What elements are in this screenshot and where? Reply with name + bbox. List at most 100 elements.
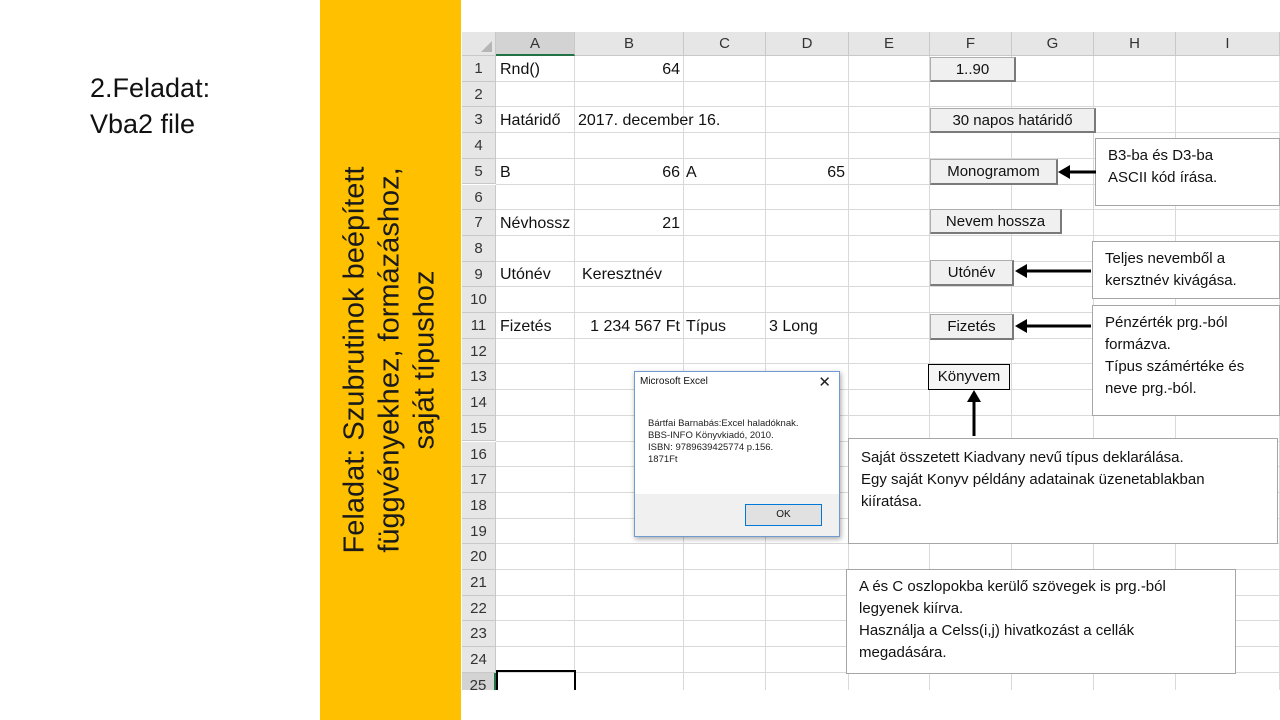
deadline-button[interactable]: 30 napos határidő (930, 108, 1096, 133)
dialog-line4: 1871Ft (648, 454, 678, 465)
vertical-text-line2: függvényekhez, formázáshoz, (373, 167, 406, 553)
row-header-21[interactable]: 21 (462, 570, 496, 596)
row-header-18[interactable]: 18 (462, 492, 496, 519)
note-type-line1: Saját összetett Kiadvany nevű típus dekl… (861, 449, 1184, 466)
cell-b7[interactable]: 21 (575, 211, 680, 236)
row-header-5[interactable]: 5 (462, 158, 496, 185)
row-header-24[interactable]: 24 (462, 647, 496, 673)
message-box-dialog: Microsoft Excel ✕ Bártfai Barnabás:Excel… (634, 371, 840, 537)
salary-button[interactable]: Fizetés (930, 314, 1014, 340)
dialog-footer: OK (635, 494, 839, 536)
row-header-11[interactable]: 11 (462, 313, 496, 339)
row-header-9[interactable]: 9 (462, 261, 496, 288)
row-header-10[interactable]: 10 (462, 287, 496, 313)
cell-a11[interactable]: Fizetés (500, 314, 552, 339)
column-header-d[interactable]: D (766, 32, 849, 56)
column-header-i[interactable]: I (1176, 32, 1280, 56)
row-header-25[interactable]: 25 (462, 672, 496, 690)
dialog-line1: Bártfai Barnabás:Excel haladóknak. (648, 418, 799, 429)
note-salary-line3: Típus számértéke és (1105, 358, 1245, 375)
arrow-left-icon (1058, 165, 1096, 179)
close-icon[interactable]: ✕ (818, 373, 831, 391)
vertical-text-line3: saját típushoz (408, 270, 441, 450)
cell-a5[interactable]: B (500, 160, 511, 185)
book-button[interactable]: Könyvem (928, 364, 1010, 390)
column-header-b[interactable]: B (575, 32, 684, 56)
dialog-line3: ISBN: 9789639425774 p.156. (648, 442, 774, 453)
row-header-22[interactable]: 22 (462, 595, 496, 622)
cell-a9[interactable]: Utónév (500, 262, 551, 287)
row-header-12[interactable]: 12 (462, 338, 496, 365)
note-name-cut: Teljes nevemből a kersztnév kivágása. (1092, 241, 1280, 299)
note-cells-line3: Használja a Celss(i,j) hivatkozást a cel… (859, 622, 1135, 639)
cell-c5[interactable]: A (686, 160, 697, 185)
note-salary-line1: Pénzérték prg.-ból (1105, 314, 1228, 331)
note-ascii: B3-ba és D3-ba ASCII kód írása. (1095, 138, 1280, 206)
row-header-1[interactable]: 1 (462, 56, 496, 82)
cell-b9[interactable]: Keresztnév (582, 262, 662, 287)
row-header-14[interactable]: 14 (462, 390, 496, 416)
ok-button[interactable]: OK (745, 504, 822, 526)
vertical-task-text: Feladat: Szubrutinok beépített függvénye… (338, 40, 443, 680)
cell-b5[interactable]: 66 (575, 160, 680, 185)
arrow-left-icon (1015, 264, 1091, 278)
slide-title-line1: 2.Feladat: (90, 73, 211, 103)
cell-a3[interactable]: Határidő (500, 108, 560, 133)
select-all-triangle-icon (481, 41, 492, 52)
note-salary-line2: formázva. (1105, 336, 1171, 353)
row-header-7[interactable]: 7 (462, 210, 496, 236)
row-header-15[interactable]: 15 (462, 415, 496, 442)
cell-b3[interactable]: 2017. december 16. (578, 108, 720, 133)
slide-title: 2.Feladat: Vba2 file (90, 70, 210, 142)
note-type-line3: kiíratása. (861, 493, 922, 510)
column-header-a[interactable]: A (496, 32, 575, 56)
cell-d11[interactable]: 3 Long (769, 314, 818, 339)
cell-b11[interactable]: 1 234 567 Ft (575, 314, 680, 339)
column-header-f[interactable]: F (930, 32, 1012, 56)
active-cell-a25[interactable] (496, 670, 576, 690)
cell-c11[interactable]: Típus (686, 314, 726, 339)
cell-a1[interactable]: Rnd() (500, 57, 540, 82)
note-cells-line1: A és C oszlopokba kerülő szövegek is prg… (859, 578, 1166, 595)
column-header-g[interactable]: G (1012, 32, 1094, 56)
row-header-8[interactable]: 8 (462, 235, 496, 262)
row-header-17[interactable]: 17 (462, 467, 496, 493)
dialog-message: Bártfai Barnabás:Excel haladóknak. BBS-IN… (648, 418, 799, 466)
first-name-button[interactable]: Utónév (930, 260, 1014, 286)
row-header-19[interactable]: 19 (462, 518, 496, 545)
row-header-16[interactable]: 16 (462, 441, 496, 468)
row-header-6[interactable]: 6 (462, 184, 496, 211)
note-cells-line4: megadására. (859, 644, 947, 661)
note-ascii-line2: ASCII kód írása. (1108, 169, 1218, 186)
name-length-button[interactable]: Nevem hossza (930, 209, 1062, 234)
note-salary: Pénzérték prg.-ból formázva. Típus számé… (1092, 305, 1280, 416)
rnd-button[interactable]: 1..90 (930, 57, 1016, 82)
slide-title-line2: Vba2 file (90, 109, 196, 139)
monogram-button[interactable]: Monogramom (930, 159, 1058, 185)
column-header-e[interactable]: E (849, 32, 930, 56)
cell-b1[interactable]: 64 (575, 57, 680, 82)
arrow-up-icon (967, 390, 981, 436)
row-header-23[interactable]: 23 (462, 621, 496, 648)
row-header-2[interactable]: 2 (462, 81, 496, 108)
cell-d5[interactable]: 65 (767, 160, 845, 185)
row-header-4[interactable]: 4 (462, 133, 496, 159)
dialog-line2: BBS-INFO Könyvkiadó, 2010. (648, 430, 774, 441)
vertical-text-line1: Feladat: Szubrutinok beépített (338, 166, 371, 554)
row-header-3[interactable]: 3 (462, 107, 496, 134)
note-cells-line2: legyenek kiírva. (859, 600, 964, 617)
arrow-left-icon (1015, 319, 1091, 333)
select-all-corner[interactable] (462, 32, 496, 56)
column-header-h[interactable]: H (1094, 32, 1176, 56)
cell-a7[interactable]: Névhossz (500, 211, 570, 236)
note-ascii-line1: B3-ba és D3-ba (1108, 147, 1214, 164)
row-header-20[interactable]: 20 (462, 544, 496, 570)
note-cells-reference: A és C oszlopokba kerülő szövegek is prg… (846, 569, 1236, 674)
column-header-c[interactable]: C (684, 32, 766, 56)
note-type-line2: Egy saját Konyv példány adatainak üzenet… (861, 471, 1205, 488)
note-name-cut-line1: Teljes nevemből a (1105, 250, 1226, 267)
note-name-cut-line2: kersztnév kivágása. (1105, 272, 1237, 289)
note-type-declaration: Saját összetett Kiadvany nevű típus dekl… (848, 438, 1278, 544)
dialog-title: Microsoft Excel (640, 376, 708, 387)
row-header-13[interactable]: 13 (462, 364, 496, 391)
